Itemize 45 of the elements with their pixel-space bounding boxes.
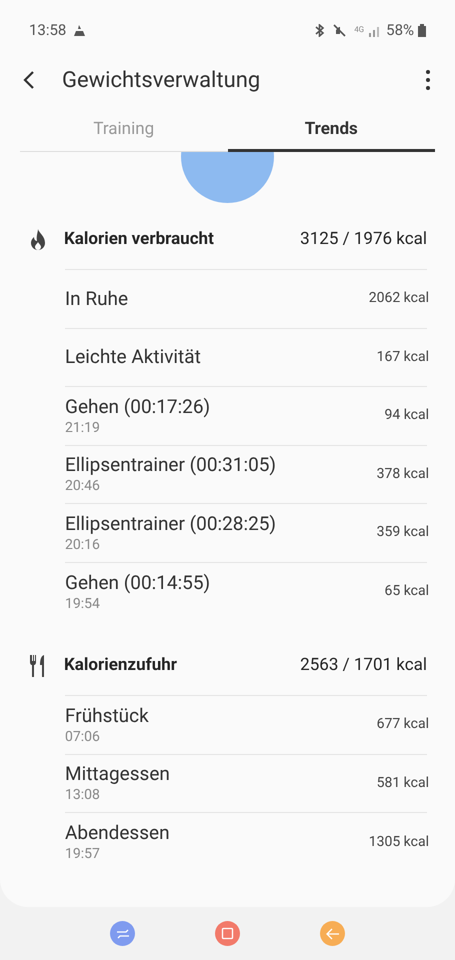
section-total: 3125 / 1976 kcal xyxy=(300,228,427,252)
entry-time: 19:57 xyxy=(65,845,101,864)
home-button[interactable] xyxy=(215,921,240,946)
entry-title: Gehen (00:17:26) xyxy=(65,394,210,419)
status-time: 13:58 xyxy=(29,20,66,41)
network-label: 4G xyxy=(354,26,364,34)
notification-icon xyxy=(74,24,86,36)
battery-icon xyxy=(418,24,426,36)
back-nav-button[interactable] xyxy=(320,921,345,946)
entry-value: 581 kcal xyxy=(376,774,429,793)
tab[interactable]: Trends xyxy=(228,110,435,152)
recent-apps-icon xyxy=(116,928,130,940)
entry-time: 13:08 xyxy=(65,786,101,804)
bluetooth-icon xyxy=(314,24,326,36)
entry-title: Mittagessen xyxy=(65,762,170,786)
back-arrow-icon xyxy=(326,928,340,940)
entry-value: 167 kcal xyxy=(376,348,429,367)
mute-icon xyxy=(333,24,346,36)
entry-value: 378 kcal xyxy=(376,464,429,484)
section-title: Kalorienzufuhr xyxy=(64,654,177,678)
entry-value: 94 kcal xyxy=(384,406,429,426)
entry-time: 19:54 xyxy=(65,594,101,613)
battery-percentage: 58% xyxy=(386,20,414,41)
entry-value: 1305 kcal xyxy=(368,832,429,852)
page-title: Gewichtsverwaltung xyxy=(62,66,260,94)
entry-time: 20:46 xyxy=(65,477,101,496)
flame-icon xyxy=(28,228,48,252)
section-title: Kalorien verbraucht xyxy=(64,228,214,252)
entry-title: Abendessen xyxy=(65,821,170,846)
entry-title: Leichte Aktivität xyxy=(65,345,201,370)
entry-title: Gehen (00:14:55) xyxy=(65,570,210,595)
entry-time: 21:19 xyxy=(65,418,101,437)
entry-value: 359 kcal xyxy=(376,523,429,542)
entry-title: Ellipsentrainer (00:28:25) xyxy=(65,512,276,536)
entry-time: 20:16 xyxy=(65,536,101,554)
recent-apps-button[interactable] xyxy=(110,921,135,946)
entry-value: 677 kcal xyxy=(376,715,429,734)
entry-title: In Ruhe xyxy=(65,286,128,311)
entry-value: 2062 kcal xyxy=(368,289,429,308)
entry-title: Frühstück xyxy=(65,704,149,728)
entry-title: Ellipsentrainer (00:31:05) xyxy=(65,453,276,478)
section-total: 2563 / 1701 kcal xyxy=(300,654,427,678)
entry-value: 65 kcal xyxy=(384,582,429,602)
entry-time: 07:06 xyxy=(65,728,101,746)
home-icon xyxy=(221,927,234,940)
